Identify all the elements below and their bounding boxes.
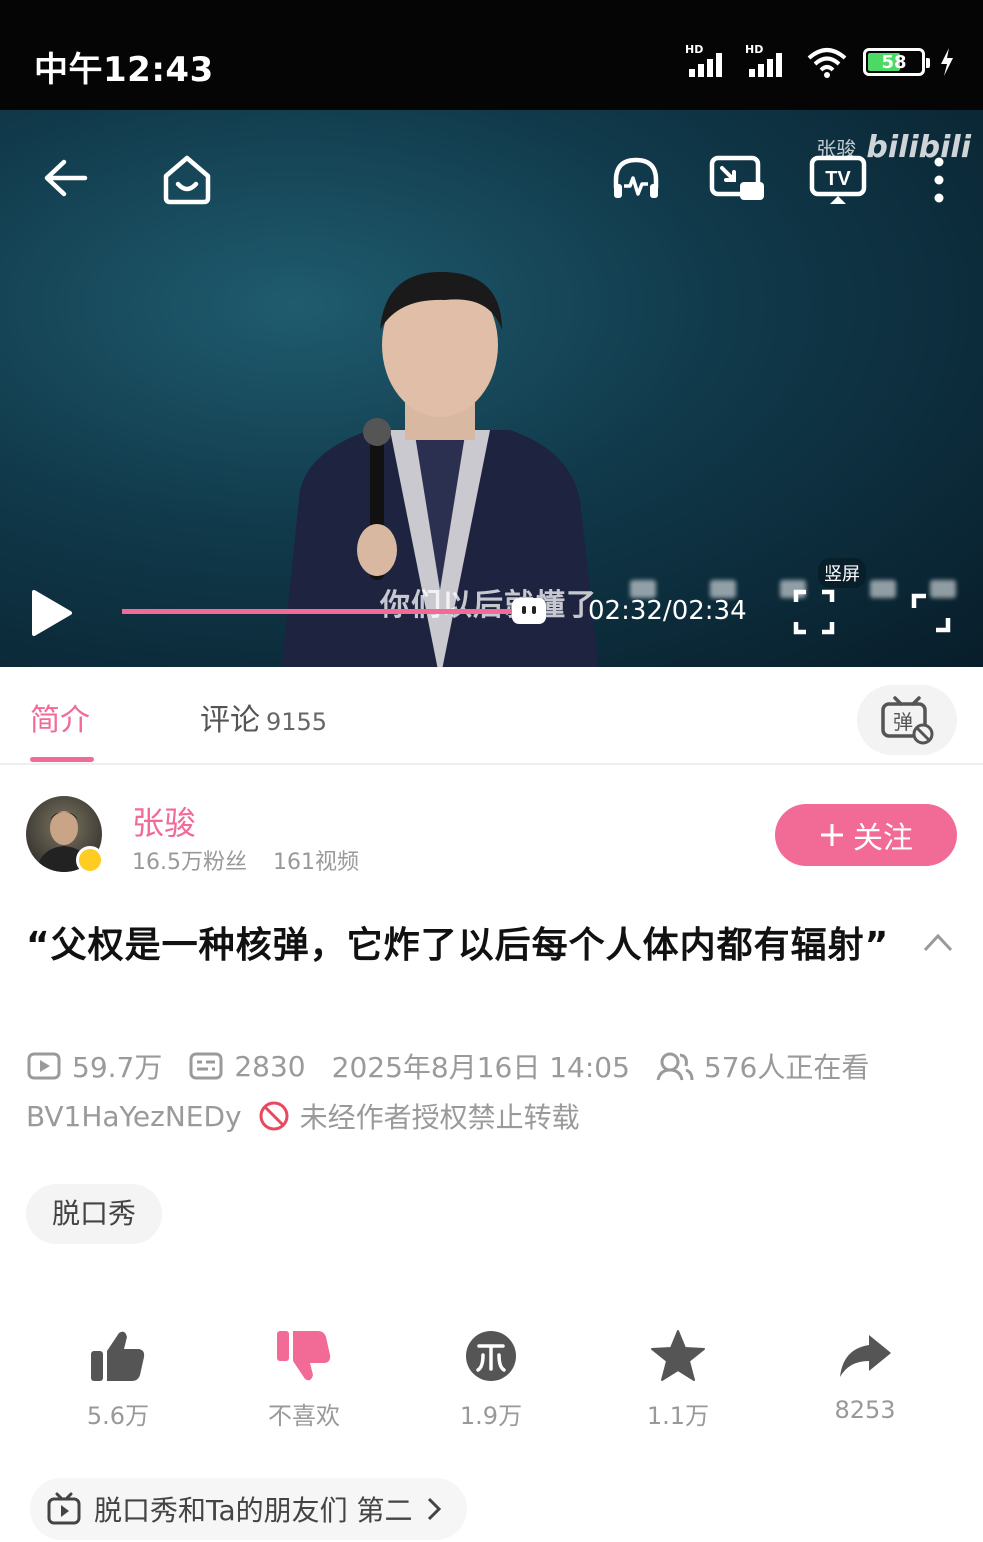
audio-listen-icon[interactable] — [610, 154, 662, 204]
playlist-tv-icon — [47, 1492, 81, 1525]
verified-badge-icon — [76, 846, 104, 874]
danmaku-count: 2830 — [234, 1049, 306, 1083]
status-icons: HD HD 58 — [685, 43, 955, 78]
danmaku-off-icon: 弹 — [881, 696, 934, 745]
picture-in-picture-icon[interactable] — [708, 154, 766, 204]
collection-link[interactable]: 脱口秀和Ta的朋友们 第二 — [30, 1478, 467, 1540]
follow-button[interactable]: 关注 — [775, 804, 957, 866]
detail-tabs: 简介 评论 9155 弹 — [0, 667, 983, 765]
signal-icon: HD — [685, 43, 731, 77]
favorite-count: 1.1万 — [646, 1402, 710, 1430]
battery-icon: 58 — [863, 48, 930, 76]
progress-thumb[interactable] — [511, 598, 546, 624]
play-icon[interactable] — [30, 588, 74, 638]
progress-fill — [122, 609, 537, 614]
watermark-name: 张骏 — [816, 137, 857, 161]
uploader-stats: 16.5万粉丝 161视频 — [132, 844, 359, 876]
dislike-label: 不喜欢 — [268, 1402, 340, 1430]
comments-count: 9155 — [266, 708, 328, 736]
charging-icon — [941, 48, 953, 76]
tab-intro[interactable]: 简介 — [30, 695, 90, 739]
coin-count: 1.9万 — [459, 1402, 523, 1430]
status-time: 中午12:43 — [34, 50, 214, 90]
like-button[interactable]: 5.6万 — [48, 1324, 188, 1431]
plus-icon — [821, 824, 843, 846]
video-tag[interactable]: 脱口秀 — [26, 1184, 163, 1244]
video-title: “父权是一种核弹，它炸了以后每个人体内都有辐射” — [26, 925, 890, 966]
no-repost-icon — [259, 1101, 289, 1131]
star-icon — [651, 1330, 705, 1381]
play-count-icon — [27, 1052, 61, 1080]
playback-time: 02:32/02:34 — [588, 596, 747, 626]
video-meta-row-2: BV1HaYezNEDy 未经作者授权禁止转载 — [26, 1096, 580, 1136]
chevron-right-icon — [427, 1497, 441, 1521]
favorite-button[interactable]: 1.1万 — [608, 1324, 748, 1431]
video-watermark: 张骏 bilibili — [816, 130, 971, 165]
back-icon[interactable] — [42, 158, 88, 198]
follow-label: 关注 — [853, 821, 913, 856]
tab-comments-label: 评论 — [200, 703, 260, 738]
view-count: 59.7万 — [72, 1051, 163, 1084]
video-meta-row: 59.7万 2830 2025年8月16日 14:05 576人正在看 — [26, 1046, 869, 1086]
vertical-screen-icon[interactable] — [792, 588, 836, 636]
tab-intro-underline — [30, 757, 94, 762]
uploader-info: 张骏 16.5万粉丝 161视频 关注 — [0, 790, 983, 880]
svg-text:弹: 弹 — [893, 710, 913, 734]
tab-comments[interactable]: 评论 9155 — [200, 695, 327, 739]
share-icon — [840, 1335, 891, 1377]
coin-icon — [466, 1331, 516, 1381]
coin-button[interactable]: 1.9万 — [421, 1324, 561, 1431]
danmaku-count-icon — [189, 1052, 223, 1080]
uploader-name[interactable]: 张骏 — [132, 798, 196, 844]
publish-date: 2025年8月16日 14:05 — [331, 1051, 630, 1084]
dislike-button[interactable]: 不喜欢 — [234, 1324, 374, 1431]
wifi-icon — [807, 48, 847, 78]
status-bar: 中午12:43 HD HD 58 — [0, 0, 983, 110]
thumbs-down-icon — [277, 1331, 331, 1381]
share-count: 8253 — [834, 1396, 896, 1424]
signal-icon-2: HD — [745, 43, 791, 77]
vertical-mode-label[interactable]: 竖屏 — [818, 558, 866, 588]
danmaku-toggle-button[interactable]: 弹 — [857, 685, 957, 755]
watching-people-icon — [656, 1052, 694, 1081]
collection-label: 脱口秀和Ta的朋友们 第二 — [94, 1494, 413, 1527]
thumbs-up-icon — [91, 1331, 145, 1381]
svg-text:TV: TV — [825, 168, 851, 190]
copyright-notice: 未经作者授权禁止转载 — [299, 1101, 580, 1134]
chevron-up-icon[interactable] — [921, 930, 955, 954]
like-count: 5.6万 — [86, 1402, 150, 1430]
video-player[interactable]: TV 张骏 bilibili 你们以后就懂了 02:32/02:34 竖屏 — [0, 110, 983, 667]
video-subtitle: 你们以后就懂了 — [380, 588, 597, 623]
progress-bar[interactable] — [122, 609, 542, 614]
uploader-videos: 161视频 — [273, 850, 359, 875]
home-icon[interactable] — [160, 152, 214, 206]
share-button[interactable]: 8253 — [795, 1324, 935, 1424]
uploader-fans: 16.5万粉丝 — [132, 850, 247, 875]
fullscreen-icon[interactable] — [910, 592, 952, 634]
bilibili-logo: bilibili — [866, 130, 971, 165]
bvid[interactable]: BV1HaYezNEDy — [26, 1100, 242, 1133]
action-bar: 5.6万 不喜欢 1.9万 1.1万 8253 — [0, 1324, 983, 1434]
watching-count: 576人正在看 — [703, 1051, 870, 1084]
